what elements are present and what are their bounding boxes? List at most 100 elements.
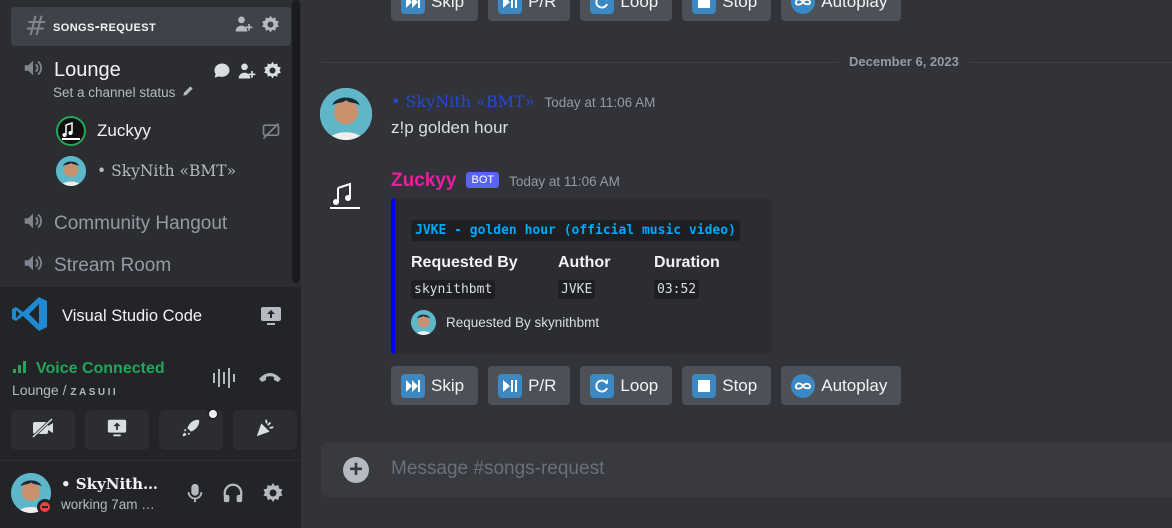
speaker-icon <box>22 210 44 237</box>
message-content: z!p golden hour <box>391 118 509 137</box>
message-author[interactable]: • SkyNith «BMT» <box>391 92 535 111</box>
share-screen-button[interactable] <box>85 410 149 450</box>
dnd-status-icon <box>37 499 53 515</box>
vscode-icon <box>10 294 50 339</box>
plus-icon[interactable]: + <box>343 457 369 483</box>
user-panel: • SkyNith… working 7am … <box>0 461 301 528</box>
stop-button[interactable]: Stop <box>682 0 772 21</box>
play-pause-icon <box>498 373 523 398</box>
music-controls-previous: Skip P/R Loop Stop Autoplay <box>391 0 902 21</box>
voice-channel-name: Community Hangout <box>54 212 228 234</box>
stop-button[interactable]: Stop <box>682 366 772 405</box>
text-channel-icon: # <box>24 11 48 42</box>
camera-off-icon <box>31 417 55 444</box>
channel-name: songs-request <box>53 18 157 35</box>
channel-list: # songs-request Lounge Set a channel sta… <box>0 0 292 285</box>
next-track-icon <box>401 373 425 398</box>
message-timestamp: Today at 11:06 AM <box>509 174 620 189</box>
chat-bubble-icon[interactable] <box>212 61 232 86</box>
sidebar-scrollbar[interactable] <box>292 0 300 283</box>
date-divider <box>321 62 1172 63</box>
voice-channel-stream-room[interactable]: Stream Room <box>22 252 171 279</box>
notification-dot <box>207 408 219 420</box>
screen-share-icon <box>106 417 128 444</box>
channel-songs-request[interactable]: # songs-request <box>11 7 291 46</box>
user-custom-status: working 7am … <box>61 497 155 512</box>
stop-icon <box>692 373 717 398</box>
embed-field-author: Author JVKE <box>558 254 611 299</box>
message-timestamp: Today at 11:06 AM <box>544 95 656 110</box>
message-header: Zuckyy BOT Today at 11:06 AM <box>391 170 620 192</box>
autoplay-button[interactable]: Autoplay <box>781 366 902 405</box>
voice-channel-name: Stream Room <box>54 254 172 276</box>
microphone-icon[interactable] <box>185 482 205 509</box>
voice-channel-community-hangout[interactable]: Community Hangout <box>22 210 227 237</box>
bot-badge: BOT <box>466 172 500 188</box>
gear-icon[interactable] <box>261 481 285 510</box>
voice-user-zuckyy[interactable]: Zuckyy <box>56 116 151 146</box>
add-member-icon[interactable] <box>237 61 257 86</box>
infinity-icon <box>791 0 816 14</box>
channel-status[interactable]: Set a channel status <box>53 84 195 101</box>
embed-field-requested-by: Requested By skynithbmt <box>411 254 518 299</box>
add-member-icon[interactable] <box>234 14 254 39</box>
disconnect-icon[interactable] <box>257 369 283 392</box>
voice-user-name: Zuckyy <box>97 121 151 140</box>
stream-off-icon <box>261 121 281 146</box>
noise-suppression-icon[interactable] <box>211 367 237 394</box>
signal-icon <box>12 358 30 379</box>
activities-button[interactable] <box>159 408 223 450</box>
user-display-name[interactable]: • SkyNith… <box>61 475 161 493</box>
autoplay-button[interactable]: Autoplay <box>781 0 902 21</box>
loop-button[interactable]: Loop <box>580 0 673 21</box>
play-pause-icon <box>498 0 523 14</box>
gear-icon[interactable] <box>260 14 281 40</box>
screen-share-icon[interactable] <box>259 304 283 333</box>
voice-connected-title[interactable]: Voice Connected <box>12 358 165 379</box>
speaker-icon <box>22 252 44 279</box>
skip-button[interactable]: Skip <box>391 366 479 405</box>
embed-field-duration: Duration 03:52 <box>654 254 720 299</box>
activity-panel[interactable]: Visual Studio Code <box>0 287 301 347</box>
pause-resume-button[interactable]: P/R <box>488 366 571 405</box>
music-embed: JVKE - golden hour (official music video… <box>391 198 772 354</box>
loop-button[interactable]: Loop <box>580 366 673 405</box>
date-divider-label: December 6, 2023 <box>839 54 969 69</box>
voice-user-skynith[interactable]: • SkyNith «BMT» <box>56 156 236 186</box>
pause-resume-button[interactable]: P/R <box>488 0 571 21</box>
voice-connection-panel: Voice Connected Lounge / ZASUII <box>0 347 301 460</box>
headphones-icon[interactable] <box>221 482 245 509</box>
avatar[interactable] <box>320 88 372 140</box>
music-controls: Skip P/R Loop Stop Autoplay <box>391 366 902 405</box>
loop-icon <box>590 0 615 14</box>
voice-connected-channel[interactable]: Lounge / ZASUII <box>12 382 118 398</box>
loop-icon <box>590 373 615 398</box>
voice-channel-lounge[interactable]: Lounge <box>22 57 121 84</box>
soundboard-icon <box>254 417 276 444</box>
gear-icon[interactable] <box>262 60 283 86</box>
speaker-icon <box>22 57 44 84</box>
message-header: • SkyNith «BMT» Today at 11:06 AM <box>391 92 655 111</box>
activity-app-name: Visual Studio Code <box>62 307 203 325</box>
infinity-icon <box>791 373 816 398</box>
message-composer: + <box>321 442 1172 497</box>
message-input[interactable] <box>391 452 1091 486</box>
skip-button[interactable]: Skip <box>391 0 479 21</box>
message-author[interactable]: Zuckyy <box>391 170 456 192</box>
chat-area: Skip P/R Loop Stop Autoplay December 6, … <box>301 0 1172 528</box>
stop-icon <box>692 0 717 14</box>
rocket-icon <box>180 417 202 444</box>
soundboard-button[interactable] <box>233 410 297 450</box>
pencil-icon <box>181 84 195 101</box>
avatar[interactable] <box>320 170 372 222</box>
avatar <box>56 156 86 186</box>
embed-footer: Requested By skynithbmt <box>411 310 599 335</box>
camera-off-button[interactable] <box>11 410 75 450</box>
voice-channel-name: Lounge <box>54 59 121 81</box>
channel-sidebar: # songs-request Lounge Set a channel sta… <box>0 0 301 528</box>
next-track-icon <box>401 0 425 14</box>
embed-title: JVKE - golden hour (official music video… <box>411 220 740 241</box>
avatar <box>411 310 436 335</box>
avatar <box>56 116 86 146</box>
lounge-actions <box>212 60 283 86</box>
